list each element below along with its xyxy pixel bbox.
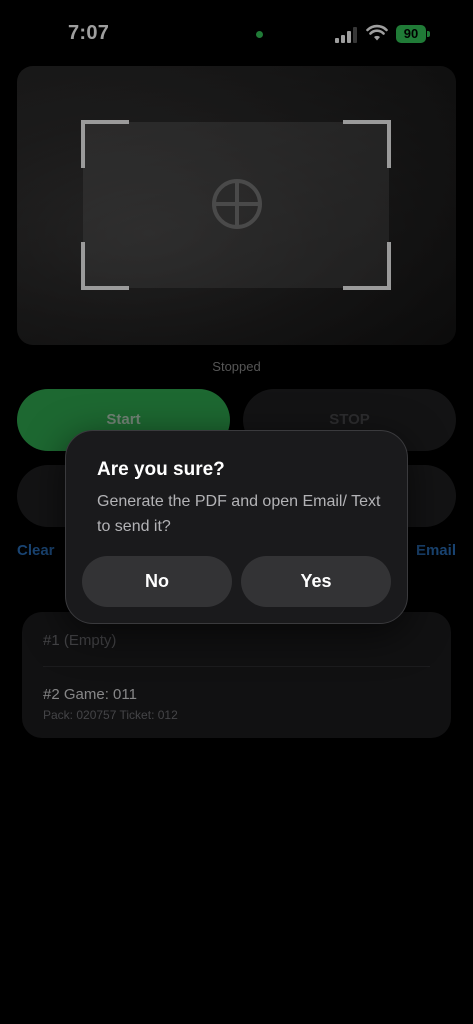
dialog-message: Generate the PDF and open Email/ Text to… [97, 493, 381, 535]
scan-corner-top-left [81, 120, 129, 168]
scan-corner-top-right [343, 120, 391, 168]
scan-corner-bottom-right [343, 242, 391, 290]
scan-corner-bottom-left [81, 242, 129, 290]
dialog-title: Are you sure? [97, 459, 225, 480]
yes-button[interactable]: Yes [241, 556, 391, 607]
crosshair-icon [212, 179, 262, 229]
no-button[interactable]: No [82, 556, 232, 607]
confirm-dialog: Are you sure? Generate the PDF and open … [65, 430, 408, 624]
